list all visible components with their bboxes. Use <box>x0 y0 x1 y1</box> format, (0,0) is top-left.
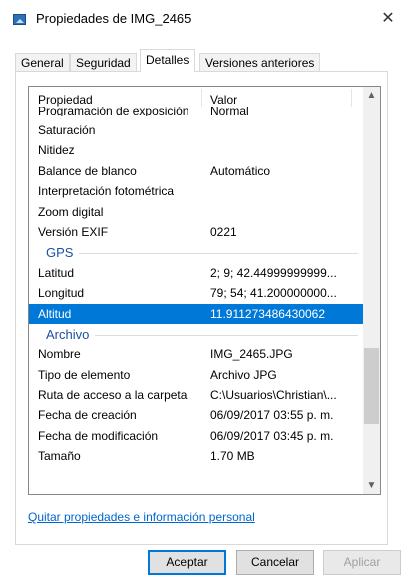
property-value: 2; 9; 42.44999999999... <box>210 265 337 280</box>
ok-button[interactable]: Aceptar <box>148 550 226 575</box>
list-item[interactable]: Fecha de creación 06/09/2017 03:55 p. m. <box>29 405 364 425</box>
remove-properties-link[interactable]: Quitar propiedades e información persona… <box>28 510 255 524</box>
column-divider[interactable] <box>351 89 352 107</box>
property-value: Automático <box>210 163 271 178</box>
title-bar: Propiedades de IMG_2465 ✕ <box>0 0 403 40</box>
cancel-button[interactable]: Cancelar <box>236 550 314 575</box>
list-item[interactable]: Latitud 2; 9; 42.44999999999... <box>29 263 364 283</box>
list-item[interactable]: Saturación <box>29 120 364 140</box>
tab-detalles[interactable]: Detalles <box>140 49 196 72</box>
tab-seguridad[interactable]: Seguridad <box>70 53 137 71</box>
scroll-down-arrow-icon[interactable]: ▼ <box>363 477 380 494</box>
property-value: 06/09/2017 03:55 p. m. <box>210 408 334 423</box>
group-label: Archivo <box>46 326 96 342</box>
property-value: IMG_2465.JPG <box>210 347 293 362</box>
group-header-archivo[interactable]: Archivo <box>29 324 364 344</box>
property-value: Archivo JPG <box>210 367 277 382</box>
list-item[interactable]: Interpretación fotométrica <box>29 181 364 201</box>
property-value: 06/09/2017 03:45 p. m. <box>210 428 334 443</box>
column-header-property[interactable]: Propiedad <box>38 93 93 107</box>
property-name: Latitud <box>38 265 75 280</box>
property-name: Tipo de elemento <box>38 367 131 382</box>
property-value: 0221 <box>210 224 237 239</box>
list-item[interactable]: Longitud 79; 54; 41.200000000... <box>29 283 364 303</box>
window-title: Propiedades de IMG_2465 <box>36 11 192 26</box>
tab-versiones-anteriores[interactable]: Versiones anteriores <box>199 53 321 71</box>
list-rows: Programación de exposición Normal Satura… <box>29 107 364 467</box>
list-item[interactable]: Tipo de elemento Archivo JPG <box>29 365 364 385</box>
list-item[interactable]: Nombre IMG_2465.JPG <box>29 344 364 364</box>
list-item[interactable]: Balance de blanco Automático <box>29 161 364 181</box>
list-item-selected[interactable]: Altitud 11.911273486430062 <box>29 303 364 324</box>
list-item[interactable]: Zoom digital <box>29 202 364 222</box>
property-name: Saturación <box>38 123 96 137</box>
property-name: Ruta de acceso a la carpeta <box>38 388 188 403</box>
close-button[interactable]: ✕ <box>377 8 399 30</box>
property-name: Fecha de modificación <box>38 428 159 443</box>
list-item[interactable]: Tamaño 1.70 MB <box>29 446 364 466</box>
property-name: Nitidez <box>38 143 75 158</box>
list-item[interactable]: Nitidez <box>29 140 364 160</box>
property-name: Versión EXIF <box>38 224 109 239</box>
vertical-scrollbar[interactable]: ▲ ▼ <box>363 87 380 494</box>
property-value: 79; 54; 41.200000000... <box>210 286 337 301</box>
tab-general[interactable]: General <box>15 53 70 71</box>
property-name: Tamaño <box>38 449 81 464</box>
property-name: Interpretación fotométrica <box>38 184 175 199</box>
column-divider[interactable] <box>201 89 202 107</box>
group-divider <box>46 253 358 255</box>
property-name: Zoom digital <box>38 204 104 219</box>
list-item[interactable]: Programación de exposición Normal <box>29 107 364 120</box>
property-value: C:\Usuarios\Christian\... <box>210 388 337 403</box>
list-item[interactable]: Fecha de modificación 06/09/2017 03:45 p.… <box>29 426 364 446</box>
scroll-up-arrow-icon[interactable]: ▲ <box>363 87 380 104</box>
property-name: Fecha de creación <box>38 408 137 423</box>
property-value: Normal <box>210 107 249 116</box>
property-value: 1.70 MB <box>210 449 255 464</box>
property-value: 11.911273486430062 <box>210 306 326 321</box>
property-name: Altitud <box>38 306 72 321</box>
property-name: Longitud <box>38 286 85 301</box>
list-item[interactable]: Versión EXIF 0221 <box>29 222 364 242</box>
apply-button[interactable]: Aplicar <box>323 550 401 575</box>
group-header-gps[interactable]: GPS <box>29 242 364 262</box>
scroll-thumb[interactable] <box>364 348 379 424</box>
list-item[interactable]: Ruta de acceso a la carpeta C:\Usuarios\C… <box>29 385 364 405</box>
property-name: Nombre <box>38 347 81 362</box>
image-file-icon <box>13 14 26 25</box>
column-header-value[interactable]: Valor <box>210 93 237 107</box>
property-name: Programación de exposición <box>38 107 188 116</box>
group-label: GPS <box>46 245 80 261</box>
list-header: Propiedad Valor <box>29 87 364 109</box>
property-list[interactable]: Propiedad Valor Programación de exposici… <box>28 86 381 495</box>
property-name: Balance de blanco <box>38 163 137 178</box>
